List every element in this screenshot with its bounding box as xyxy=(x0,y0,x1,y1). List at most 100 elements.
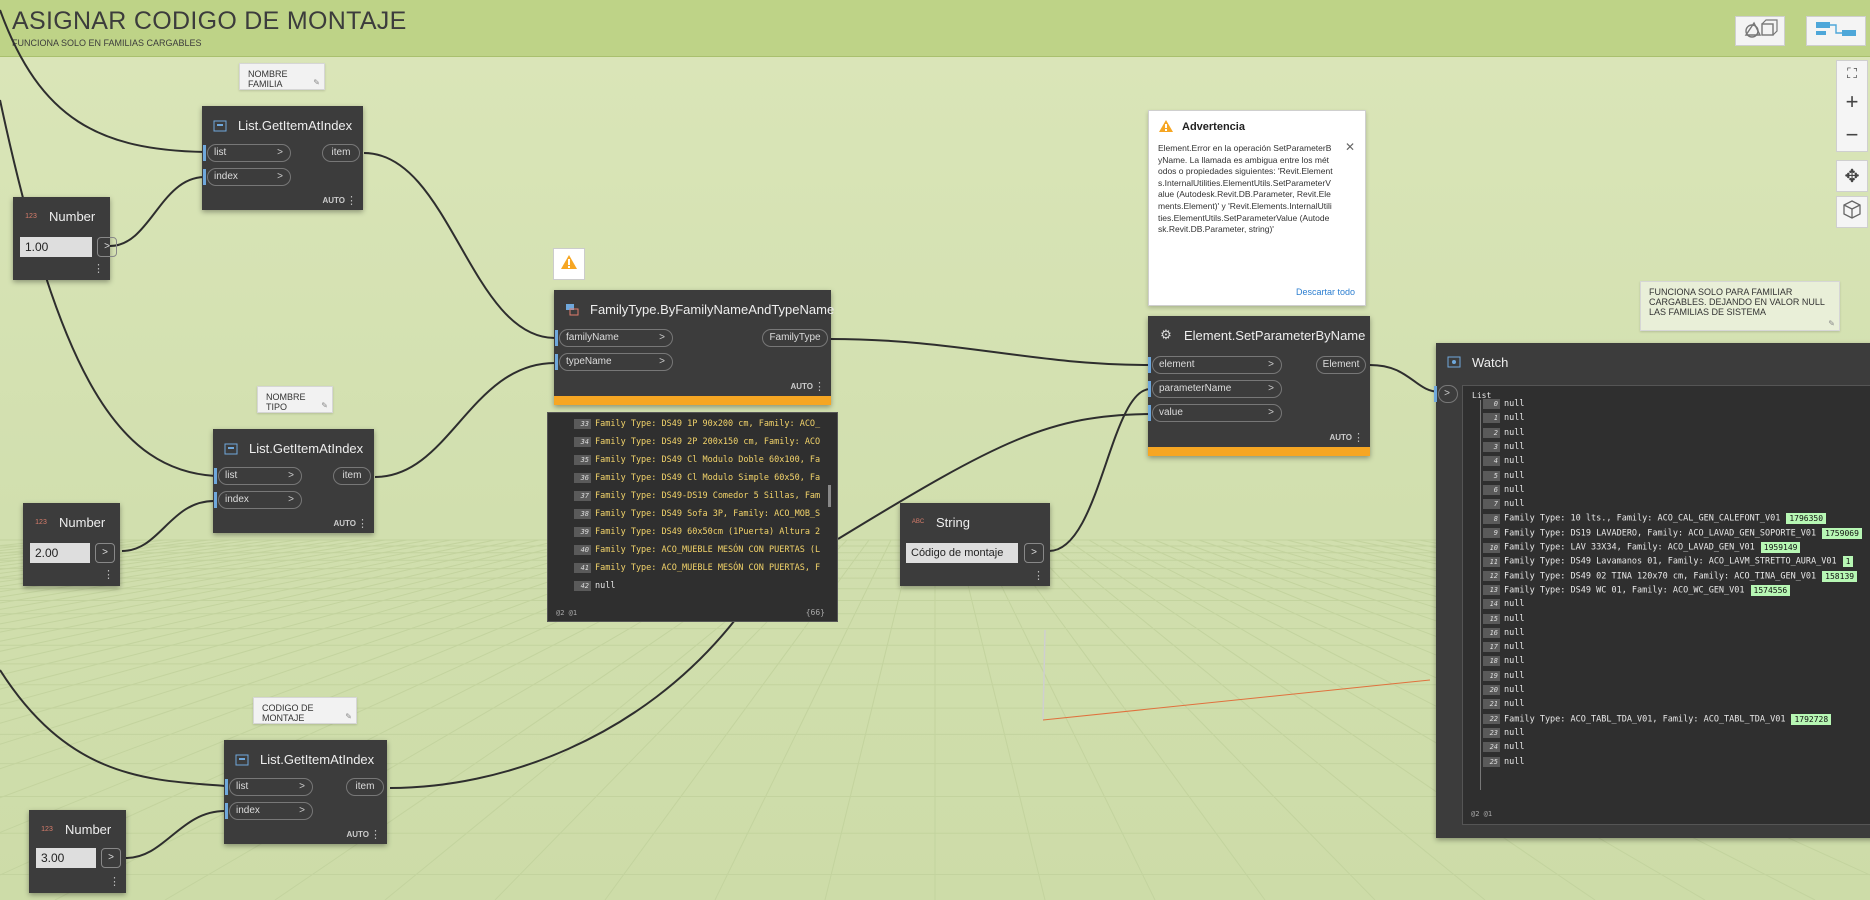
pin-icon: ✎ xyxy=(345,712,352,721)
port-list[interactable]: list xyxy=(225,778,313,796)
row-index: 6 xyxy=(1483,484,1500,495)
family-type-icon xyxy=(564,301,580,317)
element-id-badge[interactable]: 158139 xyxy=(1822,570,1858,582)
node-header[interactable]: 123 Number xyxy=(13,197,110,235)
watch-levels: @2 @1 xyxy=(1471,810,1493,818)
number-icon: 123 xyxy=(41,825,53,833)
node-menu-icon[interactable]: ⋮ xyxy=(93,262,104,275)
number-input[interactable]: 2.00 xyxy=(30,543,90,563)
watch-row: 9 Family Type: DS19 LAVADERO, Family: ACO… xyxy=(1483,527,1870,543)
watch-row: 25 null xyxy=(1483,756,1870,772)
port-watch-input[interactable] xyxy=(1434,385,1458,403)
preview-row: 35 Family Type: DS49 Cl Modulo Doble 60x1… xyxy=(574,455,837,470)
node-header[interactable]: List.GetItemAtIndex xyxy=(213,429,374,467)
number-set-button[interactable]: > xyxy=(95,543,115,563)
port-parameterName[interactable]: parameterName xyxy=(1148,380,1282,398)
row-text: Family Type: DS49 60x50cm (1Puerta) Altu… xyxy=(595,527,821,537)
familytype-node[interactable]: FamilyType.ByFamilyNameAndTypeName famil… xyxy=(554,290,834,405)
number-icon: 123 xyxy=(25,212,37,220)
note-text: CODIGO DE MONTAJE xyxy=(262,703,314,723)
port-index[interactable]: index xyxy=(225,802,313,820)
port-index[interactable]: index xyxy=(214,491,302,509)
port-value[interactable]: value xyxy=(1148,404,1282,422)
port-familyName[interactable]: familyName xyxy=(555,329,673,347)
node-header[interactable]: FamilyType.ByFamilyNameAndTypeName xyxy=(554,290,834,328)
node-header[interactable]: Watch xyxy=(1436,343,1870,381)
preview-levels: @2 @1 xyxy=(556,609,578,617)
port-list[interactable]: list xyxy=(203,144,291,162)
element-id-badge[interactable]: 1959149 xyxy=(1760,542,1801,553)
port-item[interactable]: item xyxy=(333,467,371,485)
note-funciona[interactable]: FUNCIONA SOLO PARA FAMILIAR CARGABLES. D… xyxy=(1640,281,1840,331)
watch-row: 1 null xyxy=(1483,413,1870,428)
warning-popup[interactable]: Advertencia ✕ Element.Error en la operac… xyxy=(1148,110,1366,306)
familytype-preview-list[interactable]: @2 @1 {66} 33 Family Type: DS49 1P 90x200… xyxy=(547,412,838,622)
port-typeName[interactable]: typeName xyxy=(555,353,673,371)
node-header[interactable]: 123 Number xyxy=(23,503,120,541)
number-set-button[interactable]: > xyxy=(101,848,121,868)
wire xyxy=(0,99,216,477)
port-element[interactable]: element xyxy=(1148,356,1282,374)
port-index[interactable]: index xyxy=(203,168,291,186)
note-codigo-montaje[interactable]: CODIGO DE MONTAJE ✎ xyxy=(253,697,357,724)
element-id-badge[interactable]: 1792728 xyxy=(1791,713,1832,725)
row-index: 7 xyxy=(1483,499,1500,510)
node-menu-icon[interactable]: ⋮ xyxy=(370,828,381,841)
node-menu-icon[interactable]: ⋮ xyxy=(346,194,357,207)
string-set-button[interactable]: > xyxy=(1024,543,1044,563)
string-node[interactable]: ABC String Código de montaje > ⋮ xyxy=(900,503,1050,586)
port-list[interactable]: list xyxy=(214,467,302,485)
row-text: Family Type: ACO_TABL_TDA_V01, Family: A… xyxy=(1504,714,1786,725)
lacing-label[interactable]: AUTO xyxy=(1329,433,1352,442)
node-menu-icon[interactable]: ⋮ xyxy=(103,568,114,581)
row-text: null xyxy=(1504,642,1525,653)
node-header[interactable]: List.GetItemAtIndex xyxy=(224,740,387,778)
number-node-1[interactable]: 123 Number 1.00 > ⋮ xyxy=(13,197,117,280)
string-input[interactable]: Código de montaje xyxy=(906,543,1018,563)
watch-row: 7 null xyxy=(1483,499,1870,514)
pin-icon: ✎ xyxy=(321,401,328,410)
element-id-badge[interactable]: 1 xyxy=(1842,556,1854,568)
row-index: 15 xyxy=(1483,613,1500,624)
watch-node[interactable]: Watch List @2 @1 0null1null2null3null4nu… xyxy=(1434,343,1870,838)
getitem-node-1[interactable]: List.GetItemAtIndex list index item AUTO… xyxy=(202,106,363,210)
element-id-badge[interactable]: 1574556 xyxy=(1750,584,1791,596)
node-header[interactable]: ⚙ Element.SetParameterByName xyxy=(1148,316,1370,354)
port-element-out[interactable]: Element xyxy=(1316,356,1366,374)
row-text: Family Type: DS49 Cl Modulo Doble 60x100… xyxy=(595,455,821,465)
number-node-2[interactable]: 123 Number 2.00 > ⋮ xyxy=(23,503,120,586)
element-id-badge[interactable]: 1759069 xyxy=(1822,527,1862,539)
node-menu-icon[interactable]: ⋮ xyxy=(1033,569,1044,582)
number-node-3[interactable]: 123 Number 3.00 > ⋮ xyxy=(29,810,126,893)
getitem-node-3[interactable]: List.GetItemAtIndex list index item AUTO… xyxy=(224,740,387,844)
port-item[interactable]: item xyxy=(346,778,384,796)
graph-canvas[interactable]: ASIGNAR CODIGO DE MONTAJE FUNCIONA SOLO … xyxy=(0,0,1870,900)
close-icon[interactable]: ✕ xyxy=(1345,140,1355,154)
lacing-label[interactable]: AUTO xyxy=(346,830,369,839)
node-warning-badge[interactable] xyxy=(553,248,585,280)
number-input[interactable]: 3.00 xyxy=(36,848,96,868)
preview-row: 40 Family Type: ACO_MUEBLE MESÓN CON PUER… xyxy=(574,545,837,560)
node-menu-icon[interactable]: ⋮ xyxy=(814,380,825,393)
node-header[interactable]: 123 Number xyxy=(29,810,126,848)
lacing-label[interactable]: AUTO xyxy=(790,382,813,391)
dismiss-all-link[interactable]: Descartar todo xyxy=(1296,287,1355,297)
node-header[interactable]: ABC String xyxy=(900,503,1050,541)
port-familytype-out[interactable]: FamilyType xyxy=(762,329,828,347)
getitem-node-2[interactable]: List.GetItemAtIndex list index item AUTO… xyxy=(213,429,374,533)
node-menu-icon[interactable]: ⋮ xyxy=(109,875,120,888)
node-menu-icon[interactable]: ⋮ xyxy=(1353,431,1364,444)
watch-preview-list[interactable]: List @2 @1 0 null 1 null 2 null 3 null 4 null 5 nul… xyxy=(1462,385,1870,825)
node-menu-icon[interactable]: ⋮ xyxy=(357,517,368,530)
note-nombre-familia[interactable]: NOMBRE FAMILIA ✎ xyxy=(239,63,325,90)
port-item[interactable]: item xyxy=(322,144,360,162)
number-set-button[interactable]: > xyxy=(97,237,117,257)
setparameter-node[interactable]: ⚙ Element.SetParameterByName element para… xyxy=(1148,316,1370,456)
note-nombre-tipo[interactable]: NOMBRE TIPO ✎ xyxy=(257,386,333,413)
number-input[interactable]: 1.00 xyxy=(20,237,92,257)
lacing-label[interactable]: AUTO xyxy=(333,519,356,528)
element-id-badge[interactable]: 1796350 xyxy=(1786,513,1827,525)
node-header[interactable]: List.GetItemAtIndex xyxy=(202,106,363,144)
lacing-label[interactable]: AUTO xyxy=(322,196,345,205)
watch-row: 14 null xyxy=(1483,599,1870,614)
